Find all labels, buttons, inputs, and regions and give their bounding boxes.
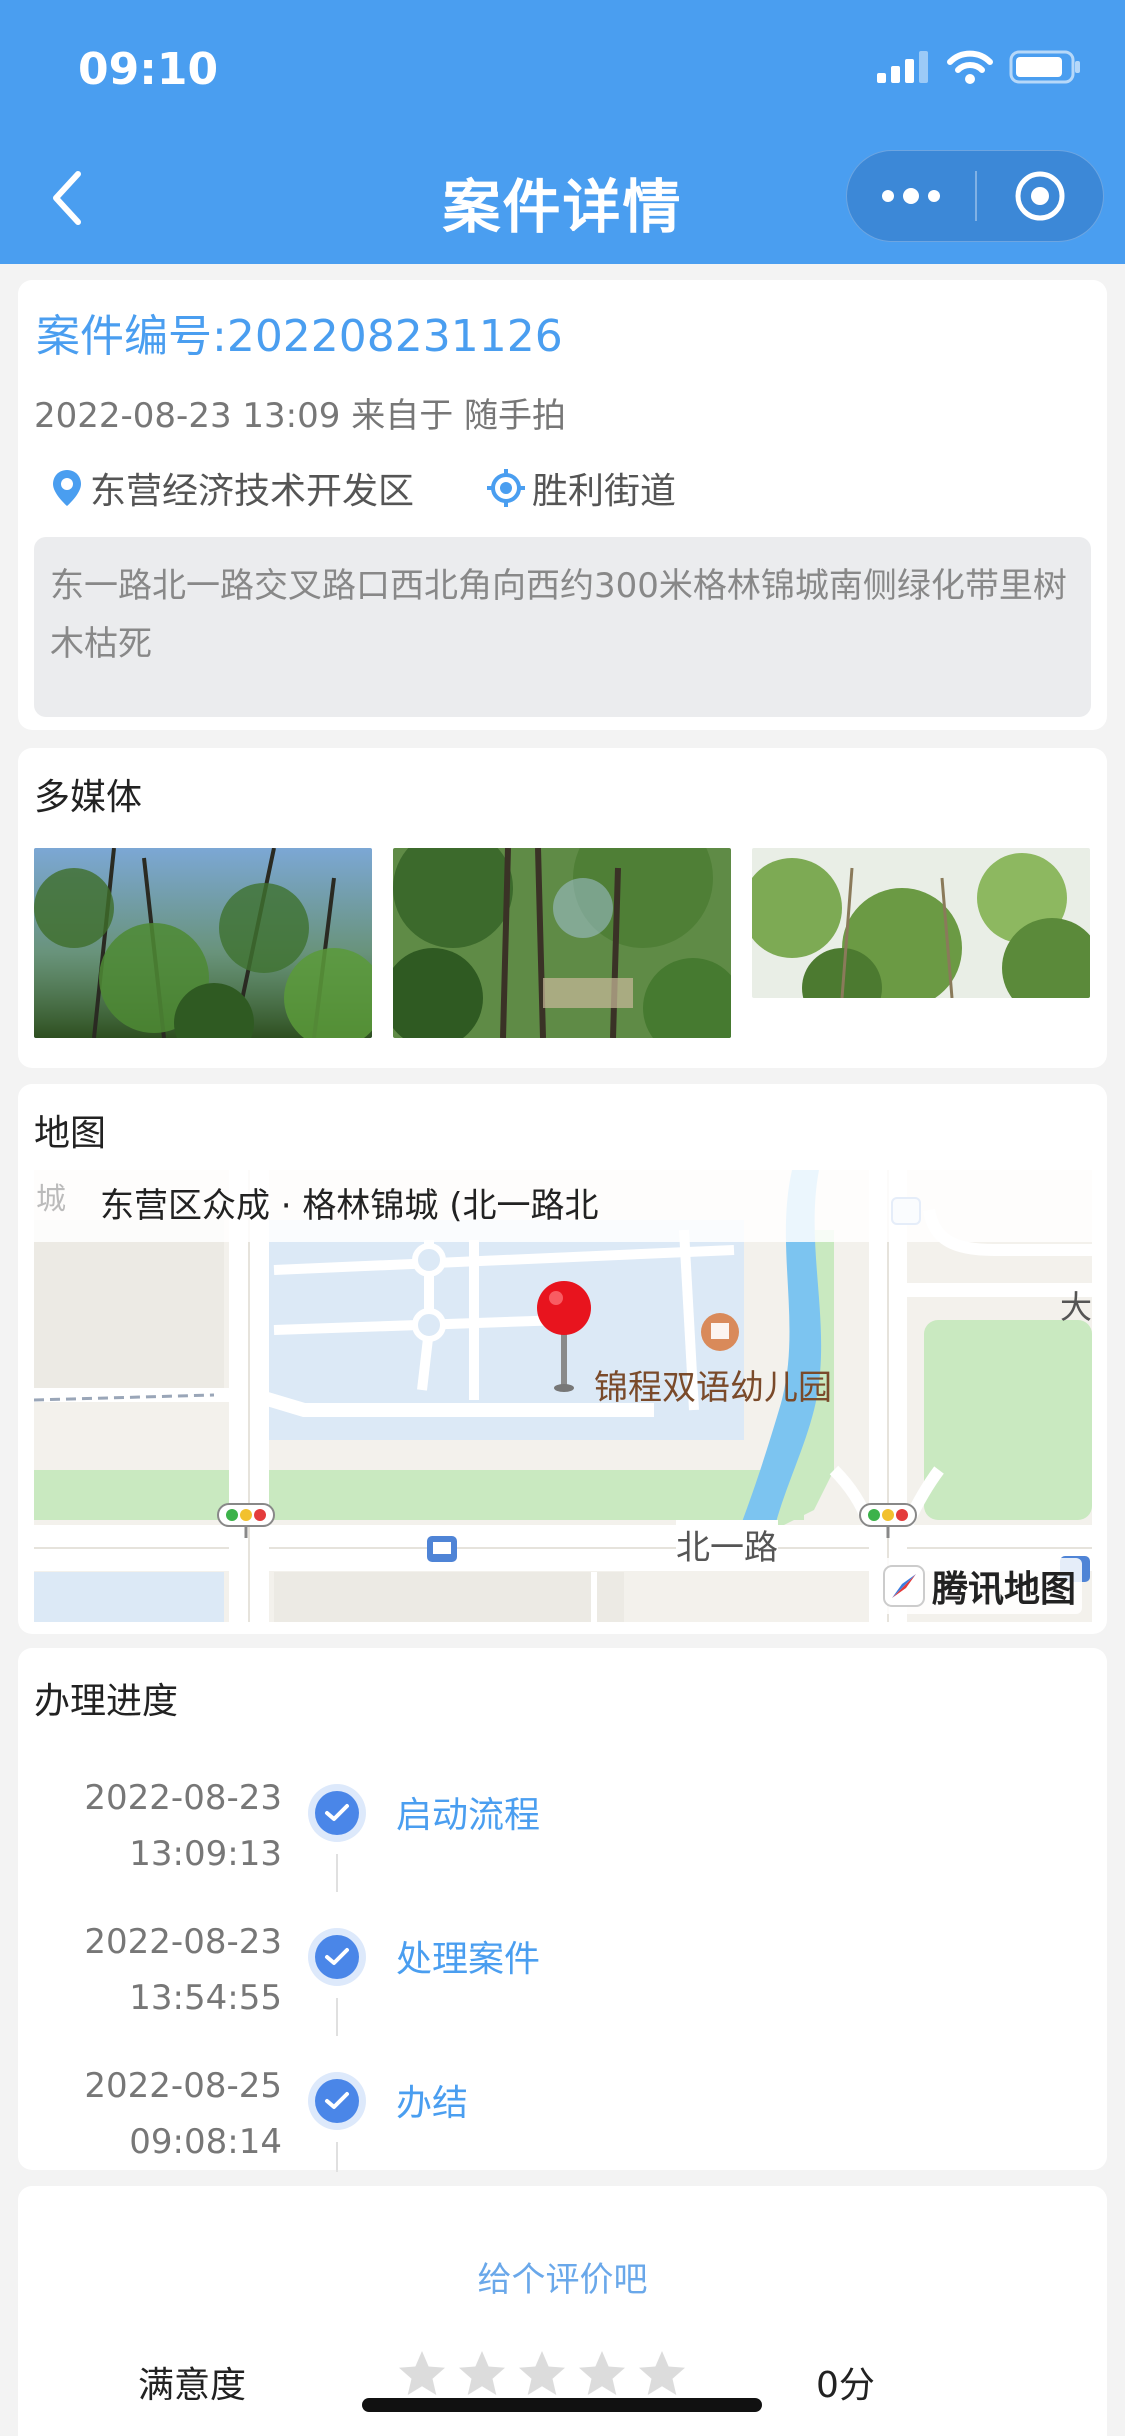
step-status: [308, 2072, 366, 2130]
timeline-step: 2022-08-25 09:08:14 办结: [34, 2036, 1092, 2176]
signal-icon: [877, 51, 928, 83]
miniprogram-capsule: [846, 150, 1104, 242]
star-icon[interactable]: [576, 2348, 628, 2400]
rating-score: 0分: [816, 2365, 875, 2406]
close-miniprogram-button[interactable]: [977, 170, 1103, 222]
status-time: 09:10: [78, 44, 219, 95]
star-icon[interactable]: [636, 2348, 688, 2400]
more-button[interactable]: [847, 151, 975, 241]
step-time: 13:54:55: [129, 1978, 282, 2018]
location-row: 东营经济技术开发区 胜利街道: [50, 462, 748, 514]
location-pin-icon: [53, 470, 81, 506]
step-date: 2022-08-23: [84, 1922, 282, 1962]
home-indicator[interactable]: [362, 2398, 762, 2412]
case-info-card: 案件编号:202208231126 2022-08-23 13:09 来自于 随…: [18, 280, 1107, 730]
media-thumbnail[interactable]: [34, 848, 372, 1038]
map-section-title: 地图: [34, 1113, 107, 1154]
step-date: 2022-08-23: [84, 1778, 282, 1818]
more-dot-icon: [882, 190, 894, 202]
progress-section-title: 办理进度: [34, 1681, 179, 1722]
case-meta: 2022-08-23 13:09 来自于 随手拍: [34, 396, 566, 436]
step-time: 09:08:14: [129, 2122, 282, 2162]
timeline-step: 2022-08-23 13:54:55 处理案件: [34, 1892, 1092, 2036]
step-time: 13:09:13: [129, 1834, 282, 1874]
star-icon[interactable]: [456, 2348, 508, 2400]
check-icon: [325, 1804, 349, 1821]
case-detail-page: 09:10 案件详情 案件编号:202208231126 2022-08-23 …: [0, 0, 1125, 2436]
step-status: [308, 1928, 366, 1986]
street-tag: 胜利街道: [486, 462, 676, 514]
map-edge-label: 大: [1059, 1288, 1092, 1326]
target-icon: [1015, 171, 1065, 221]
case-description: 东一路北一路交叉路口西北角向西约300米格林锦城南侧绿化带里树木枯死: [34, 537, 1091, 717]
step-status: [308, 1784, 366, 1842]
satisfaction-label: 满意度: [138, 2365, 247, 2406]
locate-icon: [487, 469, 526, 507]
step-label: 处理案件: [396, 1939, 541, 1980]
map-address-bar: 东营区众成 · 格林锦城 (北一路北: [34, 1170, 1092, 1242]
battery-icon: [1009, 50, 1080, 84]
map-edge-label: 城: [36, 1182, 66, 1217]
map-view[interactable]: 东营区众成 · 格林锦城 (北一路北 城 大 锦程双语幼儿园 北一路 腾讯地图: [34, 1170, 1092, 1622]
timeline-connector: [336, 1854, 338, 1892]
timeline-step: 2022-08-23 13:09:13 启动流程: [34, 1748, 1092, 1892]
star-icon[interactable]: [396, 2348, 448, 2400]
header: 09:10 案件详情: [0, 0, 1125, 264]
more-dot-icon: [903, 188, 919, 204]
media-gallery: [34, 848, 1090, 1038]
rating-prompt: 给个评价吧: [477, 2260, 648, 2300]
map-card: 地图 东营区众成 · 格林锦城 (北一路北 城 大 锦程双语幼儿园 北一路 腾讯…: [18, 1084, 1107, 1634]
case-number: 案件编号:202208231126: [36, 311, 563, 362]
map-road-label: 北一路: [676, 1520, 778, 1569]
compass-icon: [883, 1565, 925, 1607]
status-icons: [877, 50, 1081, 84]
check-icon: [325, 1948, 349, 1965]
media-card: 多媒体: [18, 748, 1107, 1068]
map-poi-label: 锦程双语幼儿园: [594, 1368, 832, 1408]
check-icon: [325, 2092, 349, 2109]
step-datetime: 2022-08-25 09:08:14: [84, 2058, 282, 2170]
star-icon[interactable]: [516, 2348, 568, 2400]
step-date: 2022-08-25: [84, 2066, 282, 2106]
wifi-icon: [947, 50, 993, 84]
media-thumbnail[interactable]: [752, 848, 1090, 998]
map-brand-logo: 腾讯地图: [876, 1558, 1083, 1614]
timeline-connector: [336, 2142, 338, 2172]
more-dot-icon: [928, 190, 940, 202]
street-label: 胜利街道: [532, 471, 677, 512]
step-label: 启动流程: [396, 1795, 541, 1836]
step-datetime: 2022-08-23 13:09:13: [84, 1770, 282, 1882]
star-rating: [396, 2348, 688, 2400]
progress-card: 办理进度 2022-08-23 13:09:13 启动流程 2022-08-23…: [18, 1648, 1107, 2172]
step-label: 办结: [396, 2083, 469, 2124]
location-marker-icon: [537, 1281, 591, 1392]
timeline-connector: [336, 1998, 338, 2036]
step-datetime: 2022-08-23 13:54:55: [84, 1914, 282, 2026]
media-section-title: 多媒体: [34, 777, 143, 818]
district-tag: 东营经济技术开发区: [50, 462, 414, 514]
district-label: 东营经济技术开发区: [90, 471, 415, 512]
media-thumbnail[interactable]: [393, 848, 731, 1038]
map-brand-text: 腾讯地图: [932, 1569, 1077, 1610]
